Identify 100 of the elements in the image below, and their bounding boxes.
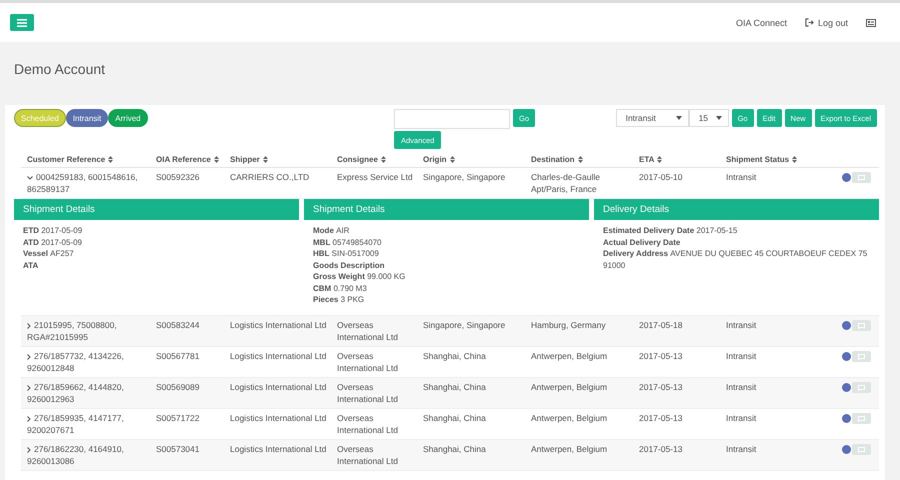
detail-field: Pieces 3 PKG xyxy=(313,294,364,306)
table-cell: S00592326 xyxy=(156,171,200,183)
table-cell: Antwerpen, Belgium xyxy=(531,350,608,362)
table-cell: Logistics International Ltd xyxy=(230,443,326,455)
expand-toggle[interactable] xyxy=(27,416,31,422)
status-filter-pill[interactable]: Intransit xyxy=(66,109,108,127)
table-cell: 2017-05-10 xyxy=(639,171,682,183)
detail-field: Estimated Delivery Date 2017-05-15 xyxy=(603,225,738,236)
table-cell: Intransit xyxy=(726,171,756,183)
logout-icon xyxy=(804,18,814,27)
status-dot xyxy=(842,321,851,330)
detail-field: Gross Weight 99.000 KG xyxy=(313,271,406,282)
table-cell: Shanghai, China xyxy=(423,443,486,455)
logout-link[interactable]: Log out xyxy=(804,18,848,28)
comment-icon xyxy=(858,446,865,453)
comment-icon xyxy=(858,322,865,329)
table-cell-text: Overseas International Ltd xyxy=(337,381,399,405)
comment-icon xyxy=(858,354,865,360)
table-cell: 2017-05-13 xyxy=(639,350,682,362)
table-cell: 2017-05-13 xyxy=(639,381,682,393)
sort-icon xyxy=(214,156,219,163)
caret-icon xyxy=(676,116,682,120)
table-cell: S00571722 xyxy=(156,412,200,424)
menu-icon xyxy=(17,18,27,26)
table-cell: Logistics International Ltd xyxy=(230,381,326,393)
detail-field: ETD 2017-05-09 xyxy=(23,225,82,236)
oia-connect-link[interactable]: OIA Connect xyxy=(736,18,787,28)
expand-toggle[interactable] xyxy=(27,322,31,329)
expand-toggle[interactable] xyxy=(27,384,31,391)
table-cell: Intransit xyxy=(726,381,756,393)
table-cell: Antwerpen, Belgium xyxy=(531,381,608,393)
table-cell: Hamburg, Germany xyxy=(531,319,606,331)
detail-field: Actual Delivery Date xyxy=(603,236,680,248)
table-cell: CARRIERS CO.,LTD xyxy=(230,171,310,183)
table-cell: Shanghai, China xyxy=(423,381,486,393)
column-header[interactable]: ETA xyxy=(639,155,662,164)
table-cell: Antwerpen, Belgium xyxy=(531,412,608,424)
comment-icon xyxy=(858,416,865,422)
table-cell: Logistics International Ltd xyxy=(230,412,326,424)
status-dot xyxy=(842,383,851,392)
table-cell: S00569089 xyxy=(156,381,200,393)
table-cell-text: Overseas International Ltd xyxy=(337,443,399,467)
page-title: Demo Account xyxy=(14,60,106,76)
table-cell: 2017-05-13 xyxy=(639,412,682,424)
sort-icon xyxy=(108,156,114,163)
menu-button[interactable] xyxy=(10,14,34,31)
status-dot xyxy=(842,352,851,362)
expand-toggle[interactable] xyxy=(27,176,33,180)
detail-field: HBL SIN-0517009 xyxy=(313,248,379,260)
column-header[interactable]: OIA Reference xyxy=(156,155,219,164)
table-cell: S00573041 xyxy=(156,443,200,455)
column-header[interactable]: Destination xyxy=(531,155,583,164)
detail-field: Mode AIR xyxy=(313,225,350,236)
sort-icon xyxy=(450,156,455,163)
table-cell: Singapore, Singapore xyxy=(423,171,506,183)
table-cell: Intransit xyxy=(726,350,756,362)
table-cell-text: Overseas International Ltd xyxy=(337,319,399,343)
table-cell: Shanghai, China xyxy=(423,412,486,424)
column-header[interactable]: Origin xyxy=(423,155,455,164)
column-header[interactable]: Customer Reference xyxy=(27,155,114,164)
table-cell-text: Overseas International Ltd xyxy=(337,350,399,374)
table-cell-text: Charles-de-Gaulle Apt/Paris, France xyxy=(531,171,601,195)
detail-field: MBL 05749854070 xyxy=(313,236,382,248)
comment-icon xyxy=(858,174,865,181)
expand-toggle[interactable] xyxy=(27,354,31,360)
table-cell-text: 276/1859662, 4144820, 9260012963 xyxy=(27,381,125,405)
sort-icon xyxy=(657,156,662,163)
caret-icon xyxy=(716,116,722,120)
column-header[interactable]: Shipment Status xyxy=(726,155,798,164)
sort-icon xyxy=(792,156,798,163)
table-cell: S00583244 xyxy=(156,319,200,331)
id-card-icon[interactable] xyxy=(866,18,876,26)
page-size-select[interactable]: 15 xyxy=(688,109,729,127)
table-cell: Singapore, Singapore xyxy=(423,319,506,331)
column-header[interactable]: Shipper xyxy=(230,155,268,164)
table-cell-text: 276/1857732, 4134226, 9260012848 xyxy=(27,350,125,374)
table-cell: Intransit xyxy=(726,443,756,455)
expand-toggle[interactable] xyxy=(27,446,31,453)
table-cell: S00567781 xyxy=(156,350,200,362)
table-cell-text: Overseas International Ltd xyxy=(337,412,399,436)
table-cell-text: 276/1862230, 4164910, 9260013086 xyxy=(27,443,125,467)
table-cell: Shanghai, China xyxy=(423,350,486,362)
table-cell: Antwerpen, Belgium xyxy=(531,443,608,455)
table-cell: Intransit xyxy=(726,319,756,331)
table-cell-text: 21015995, 75008800, RGA#21015995 xyxy=(27,319,118,343)
table-cell: Express Service Ltd xyxy=(337,171,413,183)
column-header[interactable]: Consignee xyxy=(337,155,386,164)
search-field[interactable] xyxy=(394,109,510,129)
detail-field: Goods Description xyxy=(313,260,385,271)
status-dot xyxy=(842,173,851,182)
status-dot xyxy=(842,445,851,454)
details-header: Shipment Details xyxy=(14,199,299,220)
sort-icon xyxy=(262,156,268,163)
status-select[interactable]: Intransit xyxy=(616,109,689,127)
status-dot xyxy=(842,414,851,424)
table-cell-text: 276/1859935, 4147177, 9200207671 xyxy=(27,412,125,436)
detail-field: ATA xyxy=(23,260,38,271)
table-cell: 2017-05-13 xyxy=(639,443,682,455)
table-cell: Intransit xyxy=(726,412,756,424)
details-header: Delivery Details xyxy=(594,199,879,220)
